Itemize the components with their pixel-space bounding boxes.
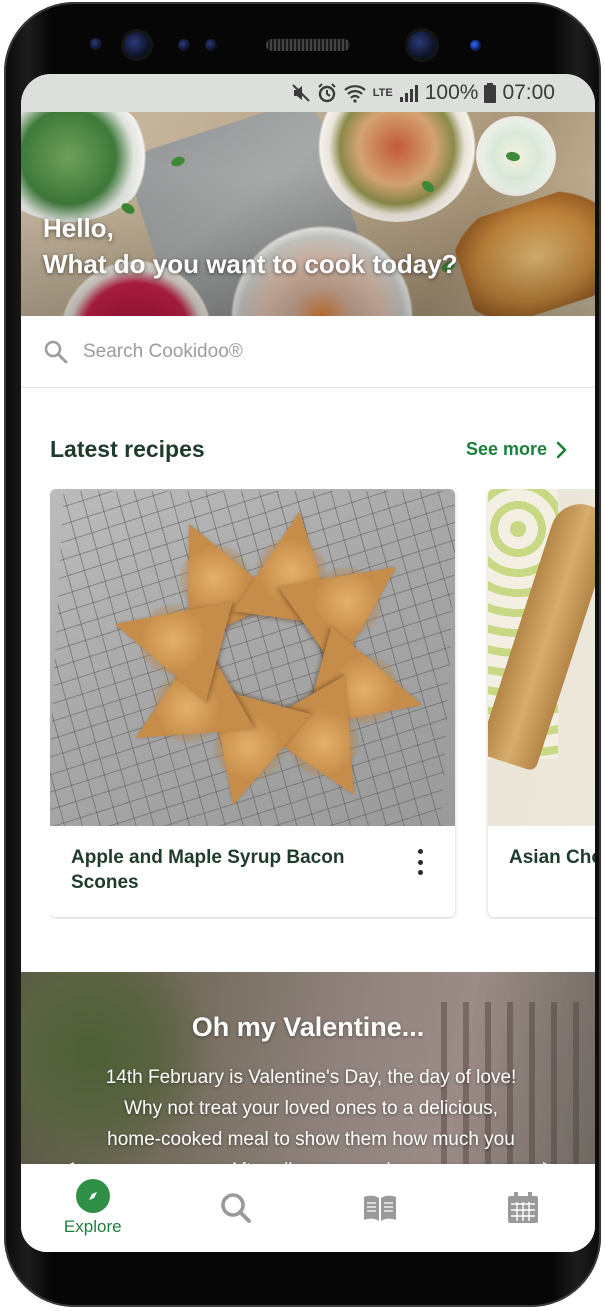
sensor-icon bbox=[178, 39, 190, 51]
promo-body: 14th February is Valentine's Day, the da… bbox=[105, 1067, 517, 1172]
recipe-image bbox=[50, 489, 455, 826]
iris-scanner-icon bbox=[124, 32, 150, 58]
app-screen: LTE 100% 07:00 Hello, What do you want t… bbox=[21, 74, 595, 1252]
search-icon bbox=[44, 340, 68, 363]
lte-indicator: LTE bbox=[372, 87, 393, 99]
sensor-icon bbox=[90, 38, 102, 50]
recipe-title[interactable]: Apple and Maple Syrup Bacon Scones bbox=[71, 845, 371, 895]
earpiece-speaker bbox=[266, 39, 350, 51]
nav-explore-label: Explore bbox=[63, 1217, 122, 1236]
bottom-navigation: Explore bbox=[21, 1164, 595, 1252]
hero-greeting: Hello, What do you want to cook today? bbox=[43, 210, 458, 282]
sensor-icon bbox=[205, 39, 217, 51]
book-icon bbox=[363, 1195, 396, 1221]
search-bar[interactable]: Search Cookidoo® bbox=[21, 316, 595, 388]
promo-banner[interactable]: Oh my Valentine... 14th February is Vale… bbox=[21, 972, 595, 1172]
phone-top-bezel bbox=[4, 2, 601, 77]
status-bar: LTE 100% 07:00 bbox=[21, 74, 595, 112]
nav-search[interactable] bbox=[165, 1164, 309, 1252]
nav-recipes[interactable] bbox=[308, 1164, 452, 1252]
recipe-card[interactable]: Asian Cho bbox=[488, 489, 595, 917]
nav-explore[interactable]: Explore bbox=[21, 1164, 165, 1252]
signal-icon bbox=[399, 85, 418, 102]
search-input[interactable]: Search Cookidoo® bbox=[83, 341, 243, 363]
section-title: Latest recipes bbox=[50, 436, 205, 462]
led-indicator bbox=[470, 40, 481, 51]
phone-frame: LTE 100% 07:00 Hello, What do you want t… bbox=[4, 2, 601, 1307]
nav-planner[interactable] bbox=[452, 1164, 596, 1252]
calendar-icon bbox=[508, 1192, 539, 1223]
promo-title: Oh my Valentine... bbox=[191, 1012, 425, 1042]
battery-icon bbox=[484, 83, 497, 103]
search-icon bbox=[221, 1193, 252, 1223]
more-vert-icon[interactable] bbox=[415, 849, 425, 875]
battery-percent: 100% bbox=[424, 81, 479, 104]
recipe-image bbox=[488, 489, 595, 826]
compass-icon bbox=[75, 1179, 110, 1213]
front-camera-icon bbox=[408, 31, 436, 59]
chevron-right-icon bbox=[556, 441, 567, 458]
recipe-title[interactable]: Asian Cho bbox=[509, 845, 595, 870]
latest-recipes-header: Latest recipes See more bbox=[50, 436, 567, 463]
alarm-icon bbox=[318, 83, 336, 103]
recipe-card[interactable]: Apple and Maple Syrup Bacon Scones bbox=[50, 489, 455, 917]
hero-greeting-hello: Hello, bbox=[43, 213, 114, 243]
wifi-icon bbox=[344, 85, 366, 103]
clock: 07:00 bbox=[502, 81, 555, 104]
see-more-label: See more bbox=[465, 439, 547, 459]
hero-banner: Hello, What do you want to cook today? bbox=[21, 112, 595, 316]
mute-icon bbox=[292, 84, 310, 102]
see-more-link[interactable]: See more bbox=[466, 439, 567, 460]
hero-greeting-question: What do you want to cook today? bbox=[43, 249, 458, 279]
recipe-carousel[interactable]: Apple and Maple Syrup Bacon Scones Asian… bbox=[50, 489, 595, 919]
